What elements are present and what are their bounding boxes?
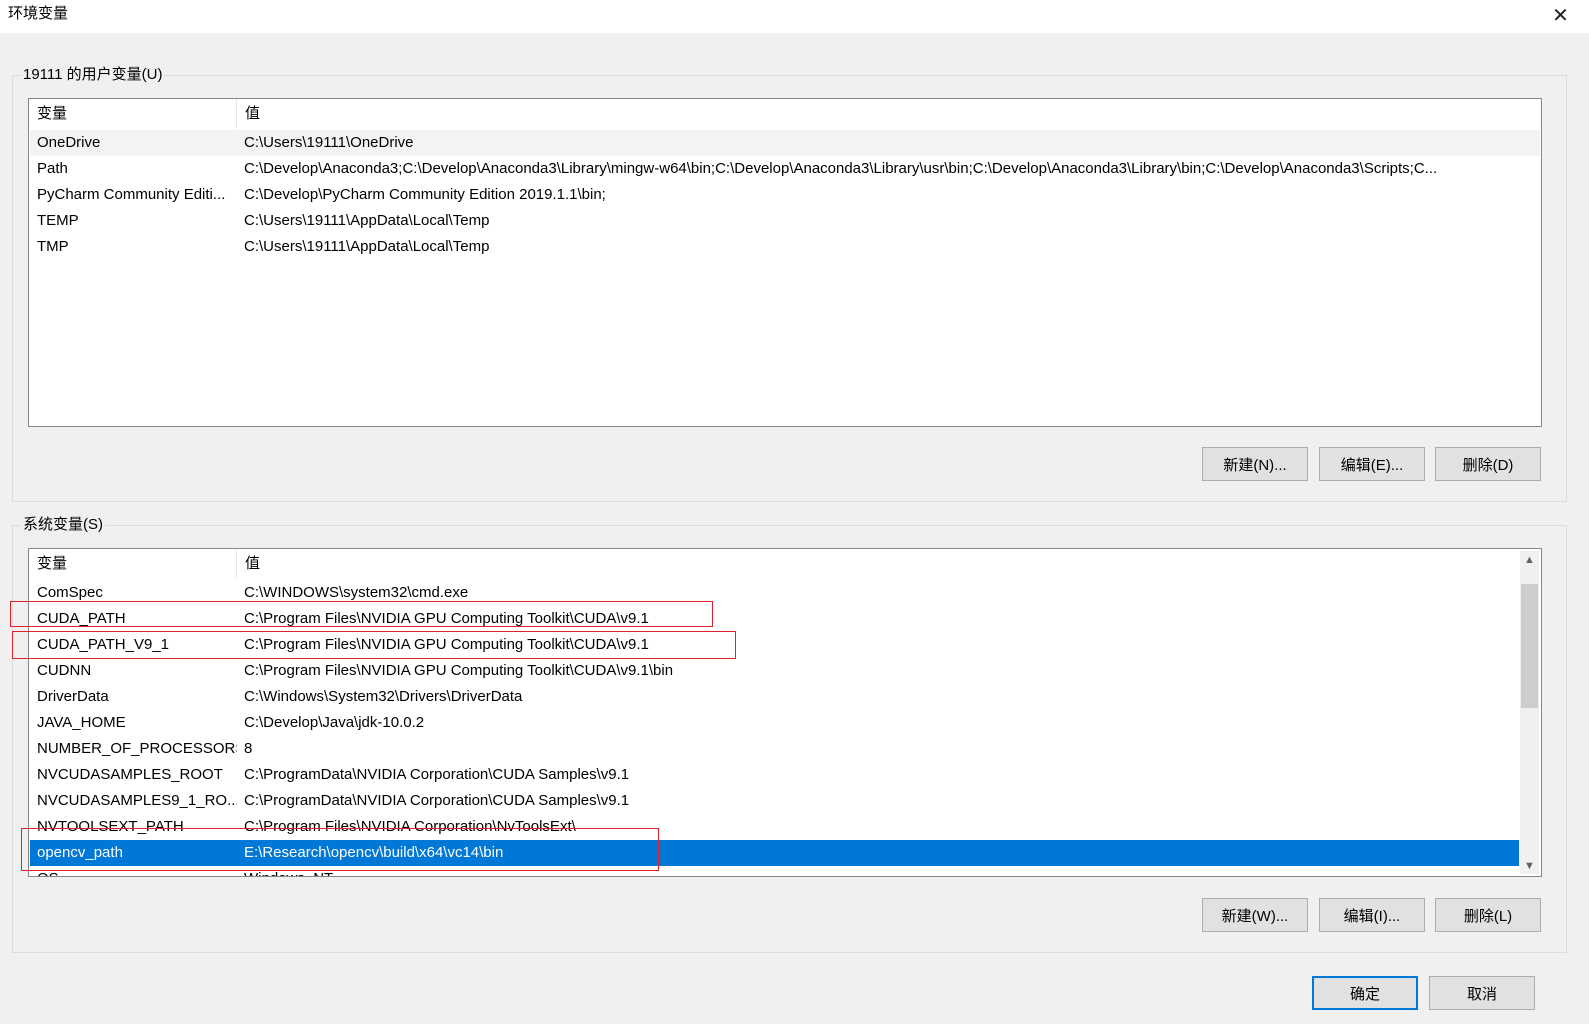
variable-name: Path (37, 160, 68, 177)
column-header-variable[interactable]: 变量 (29, 549, 236, 579)
variable-name: CUDA_PATH (37, 610, 126, 627)
user-variables-list[interactable]: 变量 值 OneDrive C:\Users\19111\OneDrive Path… (28, 98, 1542, 427)
variable-name: CUDA_PATH_V9_1 (37, 636, 169, 653)
variable-name: JAVA_HOME (37, 714, 126, 731)
table-row[interactable]: CUDA_PATH C:\Program Files\NVIDIA GPU Com… (30, 606, 1519, 632)
variable-value: C:\Develop\Java\jdk-10.0.2 (244, 714, 425, 731)
variable-name: PyCharm Community Editi... (37, 186, 226, 203)
window-title: 环境变量 (8, 5, 69, 22)
column-header-value[interactable]: 值 (236, 549, 1541, 579)
variable-name: ComSpec (37, 584, 103, 601)
user-new-button[interactable]: 新建(N)... (1202, 447, 1308, 481)
variable-value: Windows_NT (244, 866, 1514, 876)
variable-value: C:\Program Files\NVIDIA GPU Computing To… (244, 662, 674, 679)
table-row[interactable]: ComSpec C:\WINDOWS\system32\cmd.exe (30, 580, 1519, 606)
table-row[interactable]: DriverData C:\Windows\System32\Drivers\Dr… (30, 684, 1519, 710)
system-variables-label: 系统变量(S) (21, 516, 105, 534)
variable-value: C:\ProgramData\NVIDIA Corporation\CUDA S… (244, 792, 630, 809)
user-variables-label: 19111 的用户变量(U) (21, 66, 165, 84)
variable-name: NVTOOLSEXT_PATH (37, 818, 184, 835)
variable-value: C:\Develop\PyCharm Community Edition 201… (244, 186, 606, 203)
variable-name: TMP (37, 238, 69, 255)
column-header-value[interactable]: 值 (236, 99, 1541, 129)
variable-value: 8 (244, 740, 253, 757)
table-row[interactable]: JAVA_HOME C:\Develop\Java\jdk-10.0.2 (30, 710, 1519, 736)
variable-name: NUMBER_OF_PROCESSORS (37, 740, 237, 757)
title-bar: 环境变量 ✕ (0, 0, 1589, 33)
vertical-scrollbar[interactable]: ▲ ▼ (1520, 551, 1539, 874)
variable-name: TEMP (37, 212, 79, 229)
variable-value: C:\Users\19111\OneDrive (244, 134, 414, 151)
table-row[interactable]: TMP C:\Users\19111\AppData\Local\Temp (30, 234, 1540, 260)
system-delete-button[interactable]: 删除(L) (1435, 898, 1541, 932)
cancel-button[interactable]: 取消 (1429, 976, 1535, 1010)
table-row[interactable]: CUDNN C:\Program Files\NVIDIA GPU Computi… (30, 658, 1519, 684)
table-row[interactable]: NVCUDASAMPLES9_1_RO... C:\ProgramData\NVI… (30, 788, 1519, 814)
table-row[interactable]: CUDA_PATH_V9_1 C:\Program Files\NVIDIA GP… (30, 632, 1519, 658)
variable-value: C:\Program Files\NVIDIA GPU Computing To… (244, 636, 649, 653)
variable-value: E:\Research\opencv\build\x64\vc14\bin (244, 844, 504, 861)
variable-value: C:\Program Files\NVIDIA GPU Computing To… (244, 610, 649, 627)
close-icon[interactable]: ✕ (1532, 0, 1589, 30)
scroll-down-icon[interactable]: ▼ (1520, 857, 1539, 874)
system-new-button[interactable]: 新建(W)... (1202, 898, 1308, 932)
table-row[interactable]: Path C:\Develop\Anaconda3;C:\Develop\Anac… (30, 156, 1540, 182)
variable-name: OS (37, 866, 237, 876)
system-list-header: 变量 值 (29, 549, 1541, 579)
variable-value: C:\WINDOWS\system32\cmd.exe (244, 584, 469, 601)
variable-name: NVCUDASAMPLES9_1_RO... (37, 792, 237, 809)
variable-value: C:\Users\19111\AppData\Local\Temp (244, 212, 490, 229)
variable-name: OneDrive (37, 134, 101, 151)
user-list-header: 变量 值 (29, 99, 1541, 129)
user-delete-button[interactable]: 删除(D) (1435, 447, 1541, 481)
column-header-variable[interactable]: 变量 (29, 99, 236, 129)
table-row[interactable]: OS Windows_NT (30, 866, 1519, 876)
variable-name: opencv_path (37, 844, 123, 861)
variable-name: DriverData (37, 688, 109, 705)
variable-name: CUDNN (37, 662, 92, 679)
variable-value: C:\Develop\Anaconda3;C:\Develop\Anaconda… (244, 160, 1438, 177)
variable-value: C:\Users\19111\AppData\Local\Temp (244, 238, 490, 255)
ok-button[interactable]: 确定 (1312, 976, 1418, 1010)
table-row[interactable]: opencv_path E:\Research\opencv\build\x64\… (30, 840, 1519, 866)
scroll-up-icon[interactable]: ▲ (1520, 551, 1539, 568)
user-edit-button[interactable]: 编辑(E)... (1319, 447, 1425, 481)
table-row[interactable]: NVTOOLSEXT_PATH C:\Program Files\NVIDIA C… (30, 814, 1519, 840)
variable-value: C:\ProgramData\NVIDIA Corporation\CUDA S… (244, 766, 630, 783)
variable-name: NVCUDASAMPLES_ROOT (37, 766, 223, 783)
system-edit-button[interactable]: 编辑(I)... (1319, 898, 1425, 932)
system-variables-list[interactable]: 变量 值 ComSpec C:\WINDOWS\system32\cmd.exe C… (28, 548, 1542, 877)
variable-value: C:\Windows\System32\Drivers\DriverData (244, 688, 523, 705)
table-row[interactable]: NUMBER_OF_PROCESSORS 8 (30, 736, 1519, 762)
variable-value: C:\Program Files\NVIDIA Corporation\NvTo… (244, 818, 576, 835)
table-row[interactable]: TEMP C:\Users\19111\AppData\Local\Temp (30, 208, 1540, 234)
scroll-thumb[interactable] (1521, 584, 1538, 708)
table-row[interactable]: NVCUDASAMPLES_ROOT C:\ProgramData\NVIDIA … (30, 762, 1519, 788)
table-row[interactable]: OneDrive C:\Users\19111\OneDrive (30, 130, 1540, 156)
table-row[interactable]: PyCharm Community Editi... C:\Develop\PyC… (30, 182, 1540, 208)
